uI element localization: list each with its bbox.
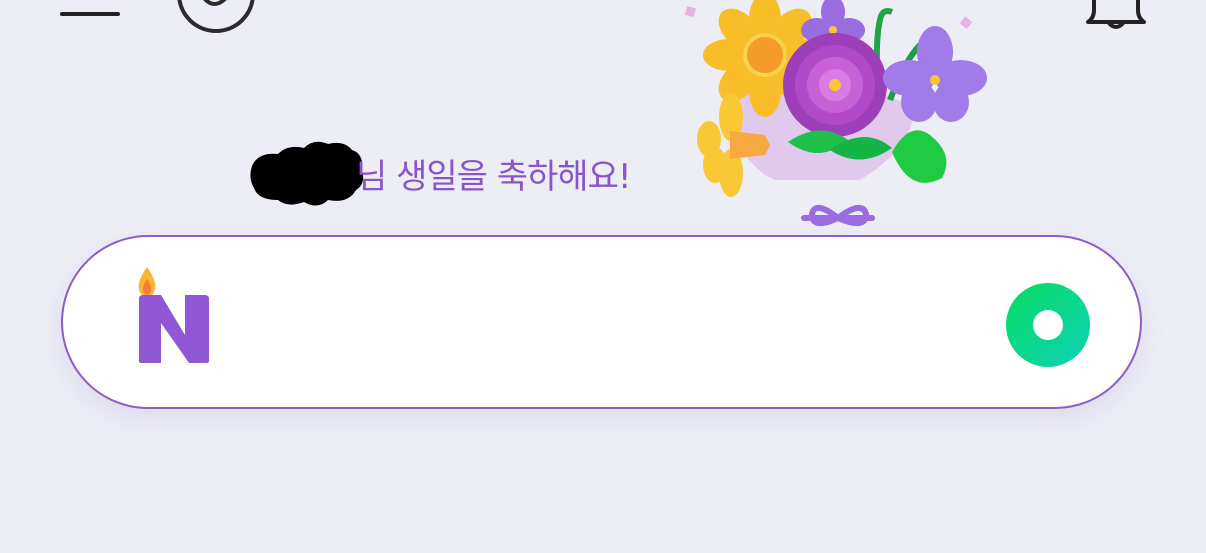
menu-button[interactable]: [60, 0, 122, 22]
pay-button[interactable]: [172, 0, 260, 40]
bell-icon: [1086, 0, 1146, 29]
birthday-bouquet-illustration: [684, 0, 987, 227]
search-bar[interactable]: [61, 235, 1142, 409]
redacted-username: [250, 141, 364, 206]
green-circle-icon[interactable]: [1005, 282, 1091, 368]
pay-circle-icon: [177, 0, 255, 33]
hamburger-menu-icon: [60, 12, 120, 16]
birthday-greeting: 님 생일을 축하해요!: [248, 138, 631, 208]
naver-n-birthday-candle-icon: [138, 267, 209, 363]
greeting-text: 님 생일을 축하해요!: [356, 156, 631, 197]
search-input[interactable]: [233, 277, 987, 369]
notifications-button[interactable]: [1078, 0, 1154, 36]
